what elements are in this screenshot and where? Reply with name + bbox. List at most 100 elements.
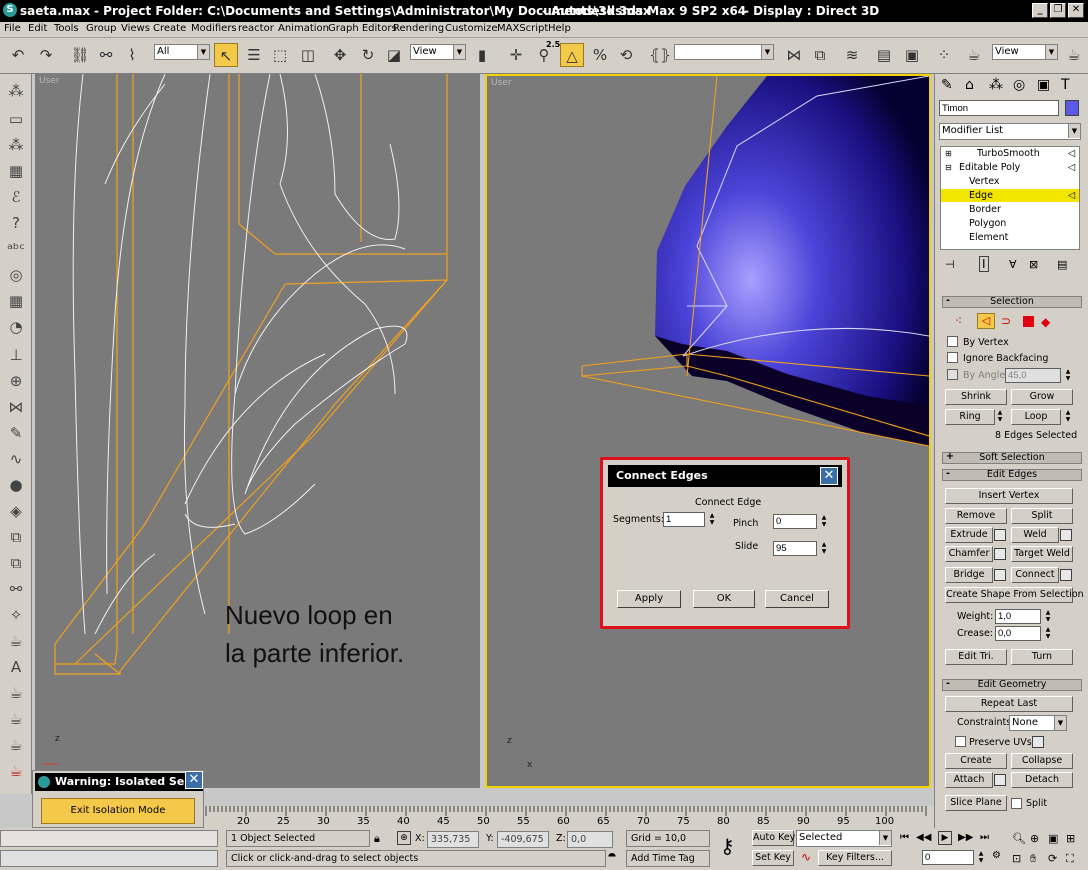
menu-graph-editors[interactable]: Graph Editors [328,23,397,34]
layer-manager-icon[interactable]: ≋ [840,43,864,67]
lock-icon[interactable]: 🔒︎ [374,832,380,846]
stack-item-editable-poly[interactable]: ⊟ Editable Poly ◁ [941,161,1079,174]
connect-settings-icon[interactable] [1060,569,1072,581]
material-editor-icon[interactable]: ⁘ [932,43,956,67]
edit-edges-rollout-header[interactable]: - Edit Edges [942,469,1082,481]
soft-selection-rollout-header[interactable]: + Soft Selection [942,452,1082,464]
curve-editor-icon[interactable]: ▤ [872,43,896,67]
help-icon[interactable]: ? [4,212,28,234]
show-end-result-icon[interactable]: I [979,256,989,272]
grid-icon[interactable]: ▦ [4,290,28,312]
menu-rendering[interactable]: Rendering [393,23,444,34]
key-mode-dropdown[interactable]: Selected ▼ [796,830,892,847]
weld-settings-icon[interactable] [1060,529,1072,541]
hierarchy-icon[interactable]: ⁂ [4,80,28,102]
zoom-extents-icon[interactable]: ▣ [1048,832,1058,845]
zoom-extents-all-icon[interactable]: ⊞ [1066,832,1075,845]
angle-spinner[interactable]: ▲ ▼ [1063,368,1073,383]
bones-icon[interactable]: ⚯ [4,578,28,600]
attach-button[interactable]: Attach [945,772,993,788]
object-name-input[interactable] [939,100,1059,116]
create-shape-button[interactable]: Create Shape From Selection [945,587,1084,603]
grab-icon[interactable]: ℰ [4,186,28,208]
time-config-icon[interactable]: ⚙ [992,850,1001,861]
spinner-snap-icon[interactable]: ⟲ [614,43,638,67]
menu-tools[interactable]: Tools [54,23,79,34]
field-of-view-icon[interactable]: ⊡ [1012,852,1021,865]
apply-button[interactable]: Apply [617,590,681,608]
weight-input[interactable] [995,609,1041,624]
absolute-mode-icon[interactable]: ⊕ [397,831,411,845]
edit-tri-button[interactable]: Edit Tri. [945,649,1007,665]
play-icon[interactable]: ▶ [938,831,952,845]
by-vertex-checkbox[interactable] [947,336,958,347]
chamfer-button[interactable]: Chamfer [945,546,993,562]
paste-icon[interactable]: ⧉ [4,526,28,548]
exit-isolation-button[interactable]: Exit Isolation Mode [41,798,195,824]
weld-button[interactable]: Weld [1011,527,1059,543]
collapse-icon[interactable]: ⊟ [945,161,952,174]
menu-customize[interactable]: Customize [445,23,498,34]
stack-item-border[interactable]: Border [941,203,1079,216]
rect-selection-icon[interactable]: ⬚ [268,43,292,67]
teapot-c-icon[interactable]: ☕ [4,708,28,730]
select-object-icon[interactable]: ↖ [214,43,238,67]
set-key-button[interactable]: Set Key [752,850,794,866]
rotate-icon[interactable]: ↻ [356,43,380,67]
axis-icon[interactable]: ⊥ [4,344,28,366]
modify-tab-icon[interactable]: ⌂ [965,77,974,93]
ring-button[interactable]: Ring [945,409,995,425]
add-time-tag-button[interactable]: Add Time Tag [626,850,710,867]
weight-spinner[interactable]: ▲ ▼ [1043,609,1053,624]
hierarchy-tab-icon[interactable]: ⁂ [989,77,1003,93]
window-crossing-icon[interactable]: ◫ [296,43,320,67]
time-tag-icon[interactable]: ⯊ [608,852,616,863]
menu-views[interactable]: Views [121,23,150,34]
create-button[interactable]: Create [945,753,1007,769]
constraints-dropdown[interactable]: None ▼ [1009,715,1067,731]
preserve-uvs-settings-icon[interactable] [1032,736,1044,748]
pivot-center-icon[interactable]: ▮ [470,43,494,67]
bridge-button[interactable]: Bridge [945,567,993,583]
edge-mode-icon[interactable]: ◁ [977,313,995,329]
time-slider-track[interactable]: 20 25 30 35 40 45 50 55 60 65 70 75 80 8… [204,806,934,828]
selection-rollout-header[interactable]: - Selection [942,296,1082,308]
collapse-button[interactable]: Collapse [1011,753,1073,769]
align-icon[interactable]: ⧉ [808,43,832,67]
schematic-view-icon[interactable]: ▣ [900,43,924,67]
split-button[interactable]: Split [1011,508,1073,524]
crease-spinner[interactable]: ▲ ▼ [1043,626,1053,641]
named-selection-dropdown[interactable]: ▼ [674,44,774,60]
slice-plane-button[interactable]: Slice Plane [945,795,1007,811]
utilities-tab-icon[interactable]: T [1061,77,1070,93]
teapot-red-icon[interactable]: ☕ [4,760,28,782]
edit-named-sel-icon[interactable]: ⦃⦄ [648,43,672,67]
close-button[interactable]: ✕ [1068,3,1084,18]
target-weld-button[interactable]: Target Weld [1011,546,1073,562]
maximize-viewport-icon[interactable]: ⛶ [1066,852,1074,866]
stack-item-polygon[interactable]: Polygon [941,217,1079,230]
slide-spinner[interactable]: ▲ ▼ [819,541,829,556]
key-filters-button[interactable]: Key Filters... [818,850,892,866]
insert-vertex-button[interactable]: Insert Vertex [945,488,1073,504]
expand-icon[interactable]: ⊞ [945,147,952,160]
schematic-icon[interactable]: ⁂ [4,134,28,156]
mirror-icon[interactable]: ⋈ [782,43,806,67]
detach-button[interactable]: Detach [1011,772,1073,788]
crease-input[interactable] [995,626,1041,641]
stack-item-turbosmooth[interactable]: ⊞ TurboSmooth ◁ [941,147,1079,160]
select-by-name-icon[interactable]: ☰ [242,43,266,67]
text-icon[interactable]: A [4,656,28,678]
vertex-mode-icon[interactable]: ⁖ [955,314,962,328]
plane-icon[interactable]: ◈ [4,500,28,522]
select-link-icon[interactable]: ⛓ [68,43,92,67]
polygon-mode-icon[interactable] [1023,316,1034,327]
z-coordinate[interactable]: 0,0 [567,831,613,848]
light-bulb-icon[interactable]: ◁ [1068,161,1075,174]
split-checkbox[interactable] [1011,798,1022,809]
menu-reactor[interactable]: reactor [238,23,274,34]
menu-create[interactable]: Create [153,23,186,34]
redo-icon[interactable]: ↷ [34,43,58,67]
pinch-input[interactable] [773,514,817,529]
loop-button[interactable]: Loop [1011,409,1061,425]
